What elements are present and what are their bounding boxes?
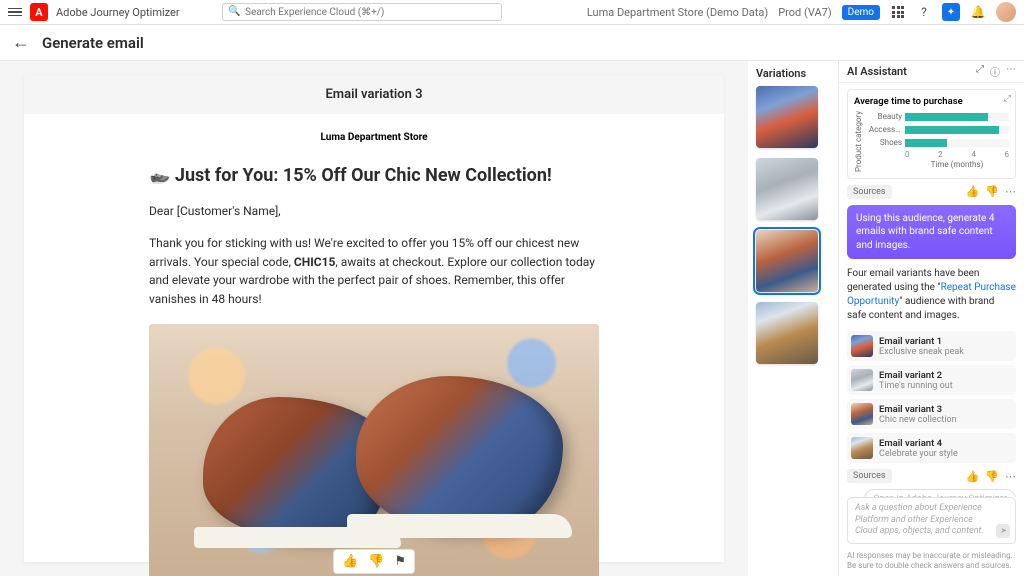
chart-x-label: Time (months) [869, 160, 1009, 169]
headline-text: Just for You: 15% Off Our Chic New Colle… [175, 165, 552, 186]
chart-more-icon[interactable]: ⋯ [1005, 185, 1016, 198]
global-search-input[interactable] [222, 3, 502, 21]
chart-thumbs-up[interactable]: 👍 [966, 185, 980, 198]
response-thumbs-down[interactable]: 👎 [985, 470, 999, 483]
help-icon[interactable]: ? [916, 4, 932, 20]
variant-card-2[interactable]: Email variant 2Time's running out [847, 365, 1016, 395]
adobe-logo: A [30, 3, 48, 21]
variant-subtitle: Time's running out [879, 381, 953, 391]
ai-assistant-panel: AI Assistant ⤢ ⓘ ⋯ ⤢ Average time to pur… [838, 61, 1024, 576]
sources-chip-2[interactable]: Sources [847, 469, 892, 483]
variations-title: Variations [756, 67, 830, 80]
variation-thumbnail-4[interactable] [756, 302, 818, 364]
main-menu-button[interactable] [8, 8, 22, 17]
email-variation-label: Email variation 3 [24, 75, 724, 114]
ai-assistant-icon[interactable]: ✦ [942, 3, 960, 21]
variation-thumbnail-1[interactable] [756, 86, 818, 148]
email-canvas: Email variation 3 Luma Department Store … [0, 61, 748, 576]
global-topbar: A Adobe Journey Optimizer 🔍 Luma Departm… [0, 0, 1024, 25]
variant-subtitle: Celebrate your style [879, 449, 958, 459]
org-name[interactable]: Luma Department Store (Demo Data) [587, 6, 768, 19]
variant-name: Email variant 4 [879, 438, 958, 449]
thumbs-down-button[interactable]: 👎 [368, 554, 384, 569]
notifications-icon[interactable]: 🔔 [970, 4, 986, 20]
back-button[interactable]: ← [12, 32, 30, 53]
variant-thumb [851, 437, 873, 459]
panel-info-icon[interactable]: ⓘ [990, 64, 1000, 79]
variant-thumb [851, 403, 873, 425]
ai-disclaimer: AI responses may be inaccurate or mislea… [839, 548, 1024, 576]
chart-expand-icon[interactable]: ⤢ [1004, 94, 1011, 104]
thumbs-up-button[interactable]: 👍 [342, 554, 358, 569]
variation-thumbnail-3[interactable] [756, 230, 818, 292]
variation-thumbnail-2[interactable] [756, 158, 818, 220]
image-feedback-toolbar: 👍 👎 ⚑ [333, 549, 415, 574]
chart-plot: Beauty Accesso... Shoes 0246 Time (month… [869, 111, 1009, 172]
chart-y-label: Product category [854, 111, 863, 172]
chart-card: ⤢ Average time to purchase Product categ… [847, 89, 1016, 179]
variant-card-1[interactable]: Email variant 1Exclusive sneak peak [847, 331, 1016, 361]
page-header: ← Generate email [0, 25, 1024, 61]
sources-chip[interactable]: Sources [847, 185, 892, 199]
variant-card-3[interactable]: Email variant 3Chic new collection [847, 399, 1016, 429]
page-title: Generate email [42, 34, 144, 52]
flag-button[interactable]: ⚑ [394, 554, 406, 569]
user-message: Using this audience, generate 4 emails w… [847, 205, 1016, 260]
apps-switcher-icon[interactable] [890, 4, 906, 20]
email-preview: Email variation 3 Luma Department Store … [24, 75, 724, 562]
variant-name: Email variant 2 [879, 370, 953, 381]
user-avatar[interactable] [996, 2, 1016, 22]
email-body-text: Thank you for sticking with us! We're ex… [149, 234, 599, 308]
expand-panel-icon[interactable]: ⤢ [976, 64, 984, 79]
demo-badge: Demo [842, 5, 880, 20]
promo-code: CHIC15 [294, 255, 335, 269]
open-in-ajo-button[interactable]: Open in Adobe Journey Optimizer [864, 489, 1016, 496]
variant-card-4[interactable]: Email variant 4Celebrate your style [847, 433, 1016, 463]
variant-name: Email variant 1 [879, 336, 964, 347]
send-button[interactable]: ➤ [996, 524, 1010, 538]
email-headline: 👟 Just for You: 15% Off Our Chic New Col… [149, 165, 599, 186]
ai-prompt-input[interactable]: Ask a question about Experience Platform… [847, 497, 1016, 544]
email-greeting: Dear [Customer's Name], [149, 204, 599, 218]
env-name: Prod (VA7) [778, 6, 831, 19]
variant-list: Email variant 1Exclusive sneak peakEmail… [847, 331, 1016, 463]
chart-title: Average time to purchase [854, 96, 1009, 107]
email-hero-image[interactable]: 👍 👎 ⚑ [149, 324, 599, 576]
app-name: Adobe Journey Optimizer [56, 6, 180, 19]
panel-more-icon[interactable]: ⋯ [1006, 64, 1016, 79]
shoe-icon: 👟 [146, 163, 171, 188]
variant-subtitle: Chic new collection [879, 415, 957, 425]
variant-name: Email variant 3 [879, 404, 957, 415]
email-brand: Luma Department Store [149, 132, 599, 143]
ai-panel-title: AI Assistant [847, 65, 907, 78]
variations-sidebar: Variations [748, 61, 838, 576]
variant-thumb [851, 335, 873, 357]
variant-subtitle: Exclusive sneak peak [879, 347, 964, 357]
variant-thumb [851, 369, 873, 391]
search-icon: 🔍 [228, 6, 240, 17]
chart-thumbs-down[interactable]: 👎 [985, 185, 999, 198]
response-more-icon[interactable]: ⋯ [1005, 470, 1016, 483]
response-thumbs-up[interactable]: 👍 [966, 470, 980, 483]
assistant-message: Four email variants have been generated … [847, 267, 1016, 323]
